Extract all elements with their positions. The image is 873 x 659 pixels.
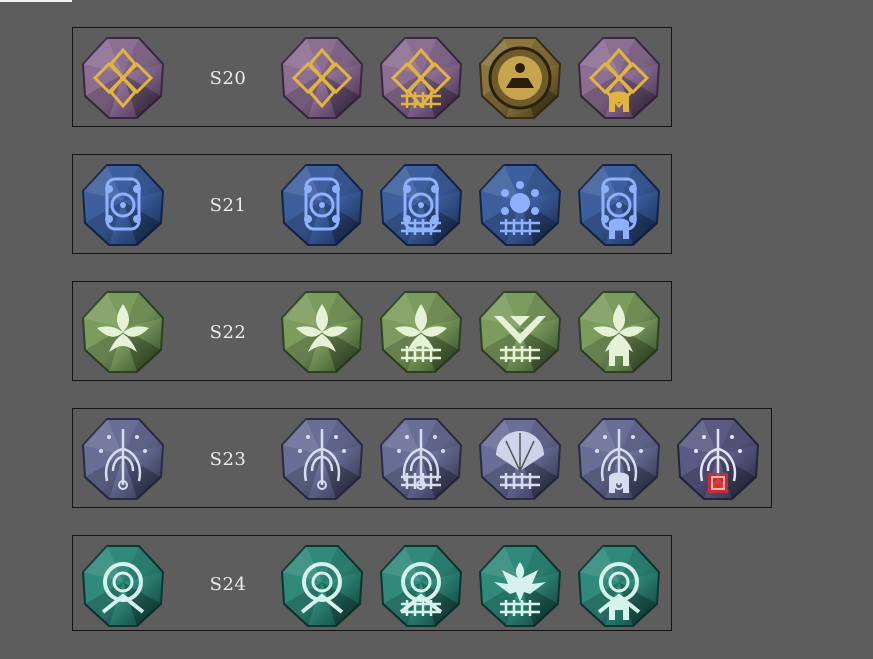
engram-seed-tree-icon-helmet-icon (575, 415, 663, 503)
engram-variants (278, 542, 674, 630)
season-label: S22 (209, 322, 247, 343)
top-border-strip (0, 0, 72, 2)
engram-lotus-flower-icon-helmet-icon (575, 288, 663, 376)
engram-diamond-sun-icon-helmet-icon (575, 34, 663, 122)
engram-seed-tree-icon-weapon-bars-icon (377, 415, 465, 503)
engram-variants (278, 161, 674, 249)
engram-variants (278, 415, 773, 503)
season-row-s24: S24 (72, 535, 672, 631)
season-label: S23 (209, 449, 247, 470)
season-engram-ring-arch-icon (79, 542, 167, 630)
season-row-s23: S23 (72, 408, 772, 508)
engram-diamond-sun-icon (278, 34, 366, 122)
season-row-s21: S21 (72, 154, 672, 254)
season-row-s20: S20 (72, 27, 672, 127)
engram-seed-tree-icon-red-chip-icon (674, 415, 762, 503)
season-engram-seed-tree-icon (79, 415, 167, 503)
engram-spiral-wheel-icon-weapon-bars-icon (377, 161, 465, 249)
engram-eagle-icon-weapon-bars-icon (476, 542, 564, 630)
engram-variants (278, 288, 674, 376)
season-engram-diamond-sun-icon (79, 34, 167, 122)
season-engram-lotus-flower-icon (79, 288, 167, 376)
season-engram-spiral-wheel-icon (79, 161, 167, 249)
engram-diamond-sun-icon-weapon-bars-icon (377, 34, 465, 122)
season-row-s22: S22 (72, 281, 672, 381)
engram-ring-arch-icon-weapon-bars-icon (377, 542, 465, 630)
engram-spiral-wheel-icon-helmet-icon (575, 161, 663, 249)
engram-ring-arch-icon-helmet-icon (575, 542, 663, 630)
engram-ring-arch-icon (278, 542, 366, 630)
season-label: S24 (209, 574, 247, 595)
engram-seed-tree-icon (278, 415, 366, 503)
engram-lotus-flower-icon (278, 288, 366, 376)
engram-spiral-wheel-icon (278, 161, 366, 249)
engram-moon-phases-icon-weapon-bars-icon (476, 161, 564, 249)
engram-fan-icon-weapon-bars-icon (476, 415, 564, 503)
engram-lotus-flower-icon-weapon-bars-icon (377, 288, 465, 376)
engram-pyramid-medallion-icon (476, 34, 564, 122)
engram-variants (278, 34, 674, 122)
season-label: S20 (209, 68, 247, 89)
engram-chevron-stripes-icon-weapon-bars-icon (476, 288, 564, 376)
season-label: S21 (209, 195, 247, 216)
